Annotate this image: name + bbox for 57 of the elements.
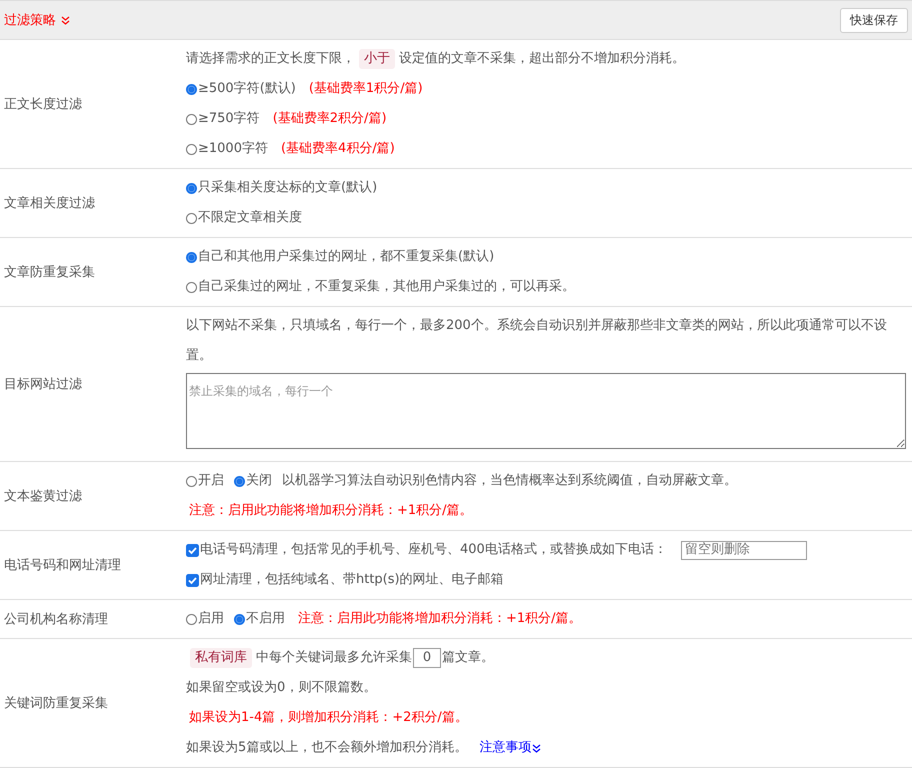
checkbox-option[interactable]: 网址清理，包括纯域名、带http(s)的网址、电子邮箱 xyxy=(186,565,504,595)
radio-option[interactable]: 启用 xyxy=(186,604,224,634)
domain-textarea[interactable]: 禁止采集的域名，每行一个 xyxy=(186,373,906,449)
description-text: 以机器学习算法自动识别色情内容，当色情概率达到系统阈值，自动屏蔽文章。 xyxy=(282,472,737,490)
warning-text: 注意：启用此功能将增加积分消耗：+1积分/篇。 xyxy=(189,502,473,520)
description-text: 设定值的文章不采集，超出部分不增加积分消耗。 xyxy=(399,50,685,68)
checkbox-icon[interactable] xyxy=(186,574,199,586)
setting-label: 文本鉴黄过滤 xyxy=(4,488,82,505)
warning-text: 如果设为1-4篇，则增加积分消耗：+2积分/篇。 xyxy=(189,709,468,727)
radio-option[interactable]: 开启 xyxy=(186,466,224,496)
setting-label: 目标网站过滤 xyxy=(4,376,82,393)
radio-option[interactable]: 自己采集过的网址，不重复采集，其他用户采集过的，可以再采。 xyxy=(186,272,575,302)
warning-text: (基础费率2积分/篇) xyxy=(272,110,387,128)
double-chevron-down-icon[interactable] xyxy=(532,744,542,752)
warning-text: (基础费率4积分/篇) xyxy=(280,140,395,158)
radio-option[interactable]: 只采集相关度达标的文章(默认) xyxy=(186,173,378,203)
radio-icon[interactable] xyxy=(186,252,197,262)
notes-link[interactable]: 注意事项 xyxy=(479,733,542,763)
setting-label: 关键词防重复采集 xyxy=(4,695,108,712)
radio-option[interactable]: 关闭 xyxy=(234,466,272,496)
setting-label: 文章防重复采集 xyxy=(4,264,95,281)
number-input-field[interactable]: 0 xyxy=(413,648,441,668)
radio-option[interactable]: ≥750字符 xyxy=(186,104,260,134)
radio-icon[interactable] xyxy=(234,614,245,624)
radio-icon[interactable] xyxy=(186,476,197,486)
radio-icon[interactable] xyxy=(234,476,245,486)
warning-text: (基础费率1积分/篇) xyxy=(308,80,423,98)
description-text: 篇文章。 xyxy=(442,649,494,667)
setting-label: 公司机构名称清理 xyxy=(4,611,108,628)
description-text: 中每个关键词最多允许采集 xyxy=(256,649,412,667)
radio-icon[interactable] xyxy=(186,182,197,194)
setting-label: 文章相关度过滤 xyxy=(4,195,95,212)
description-text: 如果设为5篇或以上，也不会额外增加积分消耗。 xyxy=(186,739,468,757)
description-text: 如果留空或设为0，则不限篇数。 xyxy=(186,679,376,697)
setting-label: 正文长度过滤 xyxy=(4,96,82,113)
phone-input-field[interactable]: 留空则删除 xyxy=(680,540,807,560)
warning-text: 注意：启用此功能将增加积分消耗：+1积分/篇。 xyxy=(298,610,582,628)
quick-save-button[interactable]: 快速保存 xyxy=(840,8,908,32)
description-text: 以下网站不采集，只填域名，每行一个，最多200个。系统会自动识别并屏蔽那些非文章类的网站，所以此项通常可以不设置。 xyxy=(186,317,888,365)
double-chevron-down-icon xyxy=(61,16,70,24)
radio-option[interactable]: ≥1000字符 xyxy=(186,134,268,164)
radio-icon[interactable] xyxy=(186,144,197,154)
radio-icon[interactable] xyxy=(186,114,197,124)
setting-label: 电话号码和网址清理 xyxy=(4,557,121,574)
description-text: 请选择需求的正文长度下限， xyxy=(186,50,355,68)
radio-icon[interactable] xyxy=(186,212,197,224)
radio-icon[interactable] xyxy=(186,282,197,292)
highlight-tag: 小于 xyxy=(359,49,395,69)
checkbox-icon[interactable] xyxy=(186,544,199,556)
radio-icon[interactable] xyxy=(186,84,197,94)
radio-option[interactable]: 不限定文章相关度 xyxy=(186,203,302,233)
radio-option[interactable]: ≥500字符(默认) xyxy=(186,74,296,104)
radio-option[interactable]: 不启用 xyxy=(234,604,285,634)
highlight-tag: 私有词库 xyxy=(190,648,252,668)
checkbox-option[interactable]: 电话号码清理，包括常见的手机号、座机号、400电话格式，或替换成如下电话： xyxy=(186,535,667,565)
radio-option[interactable]: 自己和其他用户采集过的网址，都不重复采集(默认) xyxy=(186,242,494,272)
radio-icon[interactable] xyxy=(186,614,197,624)
